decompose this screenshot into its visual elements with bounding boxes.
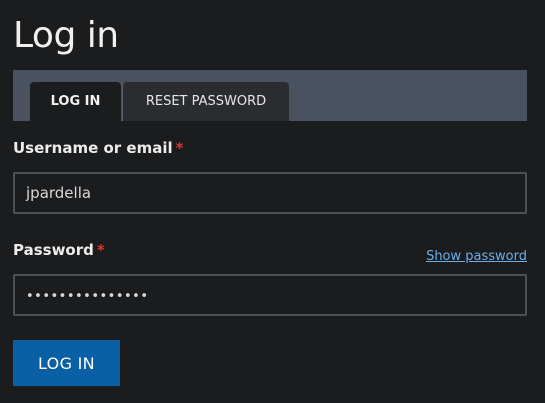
required-marker: *: [175, 139, 184, 157]
tab-log-in[interactable]: LOG IN: [30, 82, 121, 121]
tab-reset-password[interactable]: RESET PASSWORD: [122, 82, 289, 121]
username-label-text: Username or email: [13, 139, 173, 157]
password-label: Password *: [13, 241, 105, 259]
username-value: jpardella: [26, 184, 92, 202]
password-label-text: Password: [13, 241, 94, 259]
log-in-button[interactable]: LOG IN: [13, 340, 120, 386]
page-title: Log in: [13, 15, 119, 56]
tabs-bar: LOG IN RESET PASSWORD: [13, 70, 527, 121]
show-password-link[interactable]: Show password: [426, 249, 527, 264]
username-input[interactable]: jpardella: [13, 172, 527, 214]
username-label: Username or email *: [13, 139, 184, 157]
login-page: Log in LOG IN RESET PASSWORD Username or…: [0, 0, 545, 403]
password-masked-value: •••••••••••••••: [26, 289, 149, 304]
password-input[interactable]: •••••••••••••••: [13, 274, 527, 316]
required-marker: *: [96, 241, 105, 259]
